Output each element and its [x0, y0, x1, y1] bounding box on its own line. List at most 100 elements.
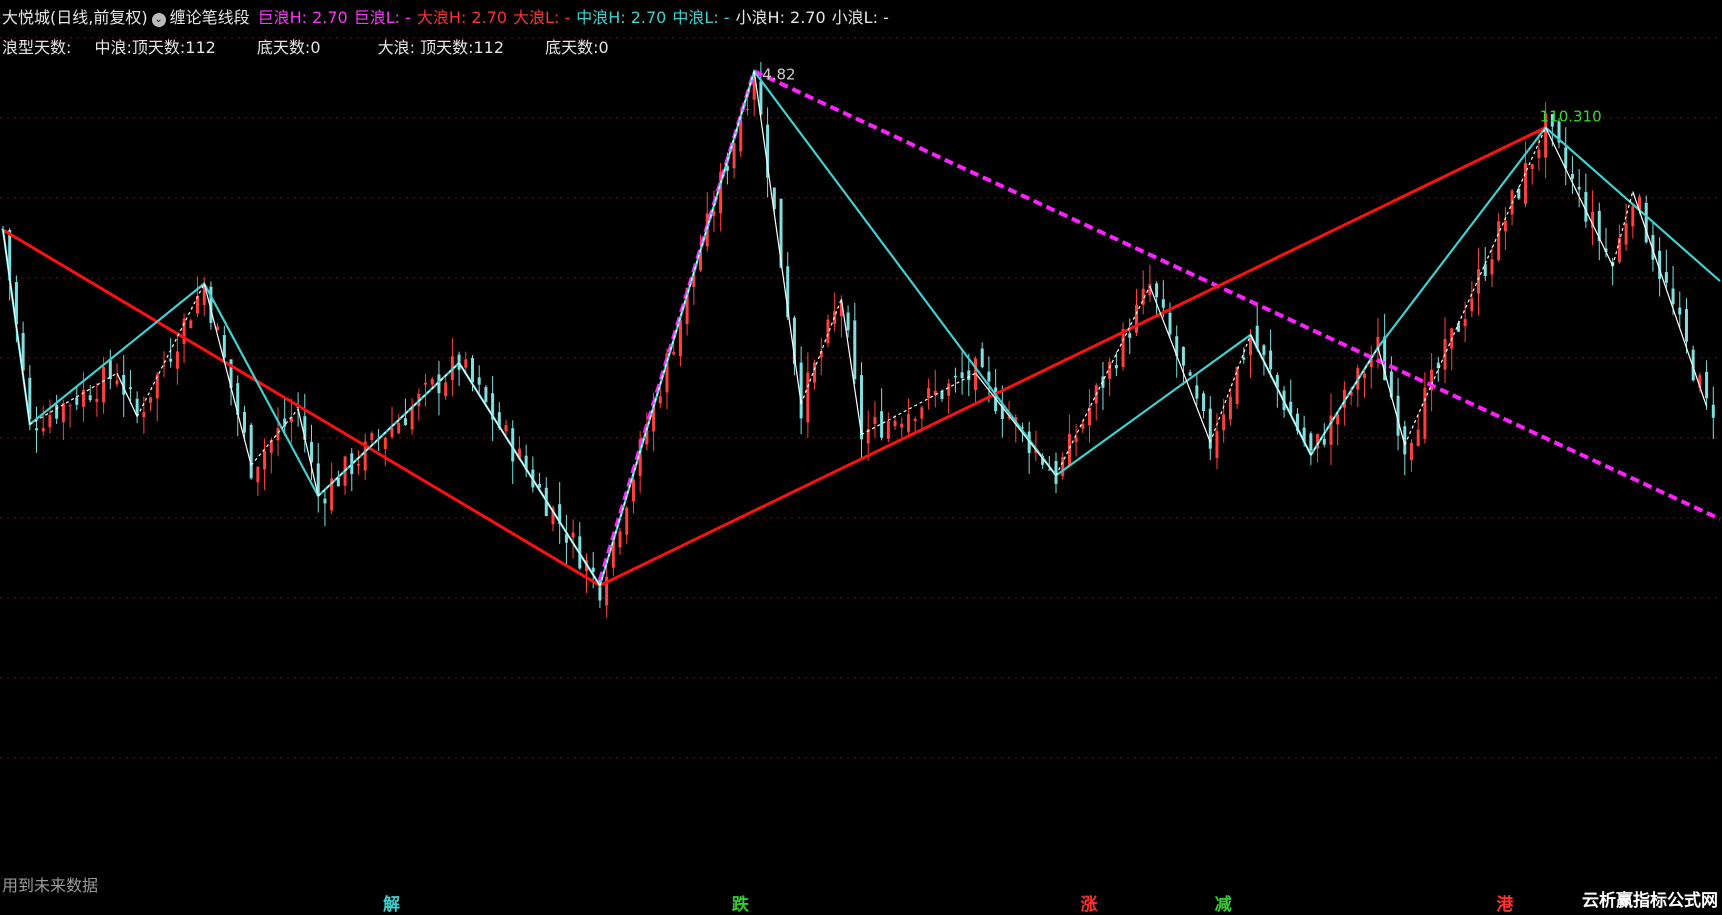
candle-body: [1678, 307, 1682, 315]
candle-body: [1067, 433, 1071, 466]
candle-body: [390, 427, 394, 437]
candle-body: [1705, 371, 1709, 399]
candle-body: [1664, 272, 1668, 283]
candle-body: [1477, 269, 1481, 294]
candle-body: [1530, 164, 1534, 170]
candle-body: [618, 531, 622, 548]
candle-body: [826, 319, 830, 344]
candle-body: [1195, 385, 1199, 399]
candle-body: [745, 108, 749, 110]
candle-body: [263, 451, 267, 470]
candle-body: [947, 383, 951, 396]
candle-body: [658, 396, 662, 404]
signal-mark: 减: [1214, 895, 1232, 915]
indicator-name[interactable]: 缠论笔线段: [170, 8, 250, 27]
candle-body: [893, 420, 897, 427]
candle-body: [1181, 347, 1185, 366]
candle-body: [846, 312, 850, 331]
candle-body: [128, 387, 132, 390]
candle-body: [1202, 393, 1206, 412]
candle-body: [55, 405, 59, 419]
candle-body: [484, 387, 488, 402]
signal-mark: 跌: [731, 895, 749, 915]
candle-body: [1443, 339, 1447, 370]
candle-body: [169, 358, 173, 362]
candle-body: [397, 422, 401, 434]
stats-label: 浪型天数:: [2, 38, 72, 57]
candle-body: [504, 425, 508, 432]
candle-body: [189, 320, 193, 329]
candle-body: [444, 382, 448, 397]
candle-body: [102, 367, 106, 403]
candle-body: [987, 371, 991, 382]
candle-body: [249, 424, 253, 479]
small-wave-segment: [1545, 127, 1614, 266]
candle-body: [886, 421, 890, 439]
candle-body: [1128, 333, 1132, 338]
candle-body: [906, 414, 910, 432]
candle-body: [1570, 174, 1574, 179]
candle-body: [115, 380, 119, 385]
candle-body: [256, 466, 260, 483]
candle-body: [1108, 361, 1112, 379]
candle-body: [1222, 414, 1226, 431]
candle-body: [242, 412, 246, 433]
candle-body: [953, 375, 957, 378]
mid-wave-line: [1, 68, 1721, 589]
candle-body: [356, 463, 360, 466]
small-wave-segment: [840, 298, 863, 435]
candle-body: [175, 351, 179, 369]
candle-body: [310, 442, 314, 463]
candle-body: [135, 398, 139, 415]
mid-wave-top-days: 中浪:顶天数:112: [94, 38, 216, 57]
small-wave-segment: [297, 408, 319, 497]
small-wave-segment: [116, 372, 138, 417]
signal-mark: 解: [383, 895, 400, 915]
small-wave-segment: [975, 372, 1057, 476]
small-wave-segment: [1149, 285, 1211, 443]
candle-body: [980, 348, 984, 368]
candle-body: [1322, 439, 1326, 445]
indicator-field: 巨浪H: 2.70: [257, 8, 348, 27]
candle-body: [142, 412, 146, 418]
candle-body: [927, 387, 931, 399]
price-chart[interactable]: 4.82 110.310: [0, 0, 1722, 910]
candle-body: [1081, 423, 1085, 429]
candle-body: [1188, 372, 1192, 376]
candle-body: [880, 411, 884, 438]
candle-body: [283, 418, 287, 427]
candle-body: [873, 417, 877, 425]
candle-body: [913, 418, 917, 422]
small-wave-segment: [458, 362, 601, 586]
candle-body: [1168, 312, 1172, 335]
candle-body: [68, 405, 72, 407]
candle-body: [1215, 431, 1219, 458]
wave-lines: [1, 68, 1721, 589]
small-wave-segment: [753, 71, 802, 404]
candle-body: [672, 351, 676, 355]
indicator-field: 大浪H: 2.70: [416, 8, 508, 27]
candle-body: [1242, 357, 1246, 360]
candle-body: [1711, 404, 1715, 418]
small-wave-segment: [1632, 191, 1708, 407]
candle-body: [1631, 206, 1635, 227]
candle-body: [95, 398, 99, 402]
mid-wave-bottom-days: 底天数:0: [256, 38, 321, 57]
big-wave-top-days: 大浪: 顶天数:112: [377, 38, 505, 57]
candle-body: [960, 372, 964, 379]
candle-body: [1577, 186, 1581, 190]
candle-body: [424, 382, 428, 385]
candlestick-series: [1, 61, 1715, 618]
candle-body: [799, 362, 803, 419]
indicator-field: 大浪L: -: [513, 8, 571, 27]
candle-body: [1463, 318, 1467, 327]
signal-mark: 涨: [1080, 895, 1098, 915]
candle-body: [464, 359, 468, 368]
candle-body: [477, 377, 481, 385]
stock-title[interactable]: 大悦城(日线,前复权): [2, 8, 148, 27]
candle-body: [940, 391, 944, 399]
candle-body: [222, 335, 226, 358]
settings-icon[interactable]: ⌄: [151, 13, 166, 27]
candle-body: [1470, 298, 1474, 312]
price-annotation: 4.82: [762, 65, 795, 83]
